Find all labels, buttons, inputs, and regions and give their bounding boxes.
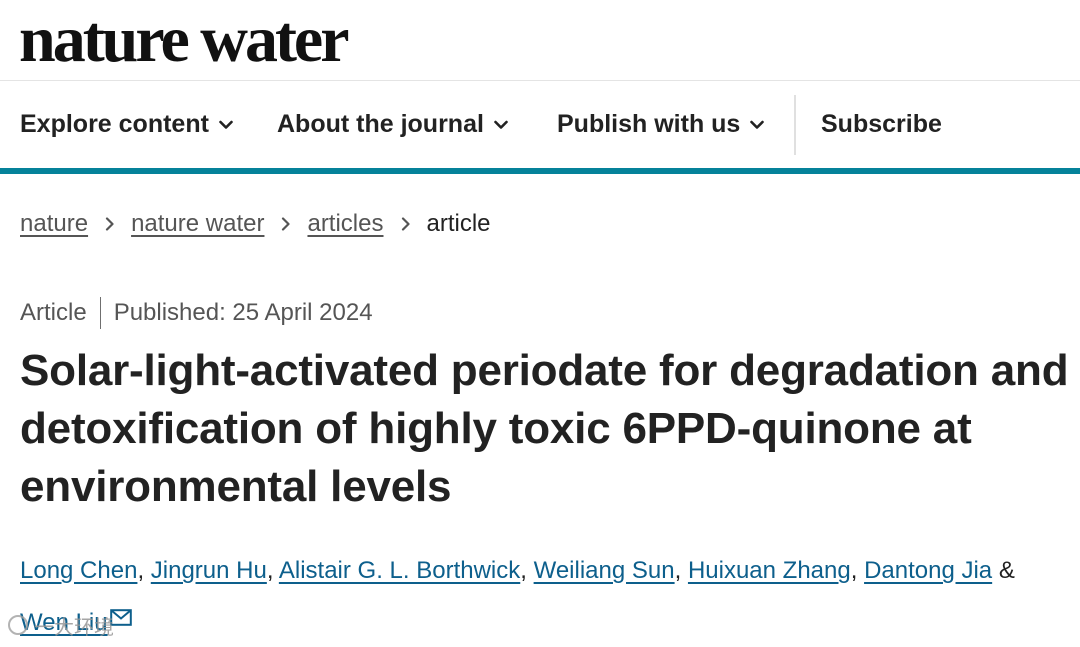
site-header: nature water xyxy=(0,0,1080,81)
author-link[interactable]: Weiliang Sun xyxy=(534,557,675,584)
main-nav: Explore content About the journal Publis… xyxy=(0,81,1080,168)
nav-subscribe-label: Subscribe xyxy=(821,110,942,138)
watermark-logo-icon xyxy=(8,615,28,635)
nav-publish-with-us[interactable]: Publish with us xyxy=(557,81,765,168)
breadcrumb-nature-water[interactable]: nature water xyxy=(131,210,264,238)
journal-logo[interactable]: nature water xyxy=(19,2,350,78)
author-link[interactable]: Huixuan Zhang xyxy=(688,557,851,584)
article-meta: Article Published: 25 April 2024 xyxy=(20,295,373,331)
chevron-right-icon xyxy=(281,217,291,231)
author-list: Long Chen, Jingrun Hu, Alistair G. L. Bo… xyxy=(20,547,1070,647)
breadcrumb-current: article xyxy=(426,210,491,237)
watermark: 一大环境 xyxy=(8,612,114,639)
breadcrumb-nature[interactable]: nature xyxy=(20,210,88,238)
author-link[interactable]: Jingrun Hu xyxy=(151,557,267,584)
article-title: Solar-light-activated periodate for degr… xyxy=(20,346,1069,511)
author-joiner: & xyxy=(998,557,1015,584)
author-link[interactable]: Long Chen xyxy=(20,557,137,584)
breadcrumb-articles[interactable]: articles xyxy=(307,210,383,238)
author-separator: , xyxy=(850,557,858,584)
chevron-right-icon xyxy=(401,217,410,231)
article-type: Article xyxy=(20,299,87,326)
breadcrumb: nature nature water articles article xyxy=(20,204,491,244)
nav-publish-with-us-label: Publish with us xyxy=(557,110,741,138)
author-separator: , xyxy=(266,557,274,584)
nav-explore-content[interactable]: Explore content xyxy=(20,81,233,168)
chevron-right-icon xyxy=(105,217,114,231)
watermark-text: 一大环境 xyxy=(34,616,114,639)
author-link[interactable]: Dantong Jia xyxy=(864,557,992,584)
nav-about-journal-label: About the journal xyxy=(277,110,484,138)
published-date: Published: 25 April 2024 xyxy=(113,299,373,326)
author-separator: , xyxy=(137,557,145,584)
nav-explore-content-label: Explore content xyxy=(20,110,209,138)
accent-bar xyxy=(0,168,1080,174)
chevron-down-icon xyxy=(494,120,508,129)
author-link[interactable]: Alistair G. L. Borthwick xyxy=(279,557,520,584)
chevron-down-icon xyxy=(219,120,233,129)
author-separator: , xyxy=(674,557,682,584)
nav-subscribe[interactable]: Subscribe xyxy=(821,81,942,168)
meta-divider xyxy=(99,297,101,329)
chevron-down-icon xyxy=(750,120,765,129)
nav-about-journal[interactable]: About the journal xyxy=(277,81,508,168)
nav-divider xyxy=(794,95,796,155)
author-separator: , xyxy=(520,557,527,584)
